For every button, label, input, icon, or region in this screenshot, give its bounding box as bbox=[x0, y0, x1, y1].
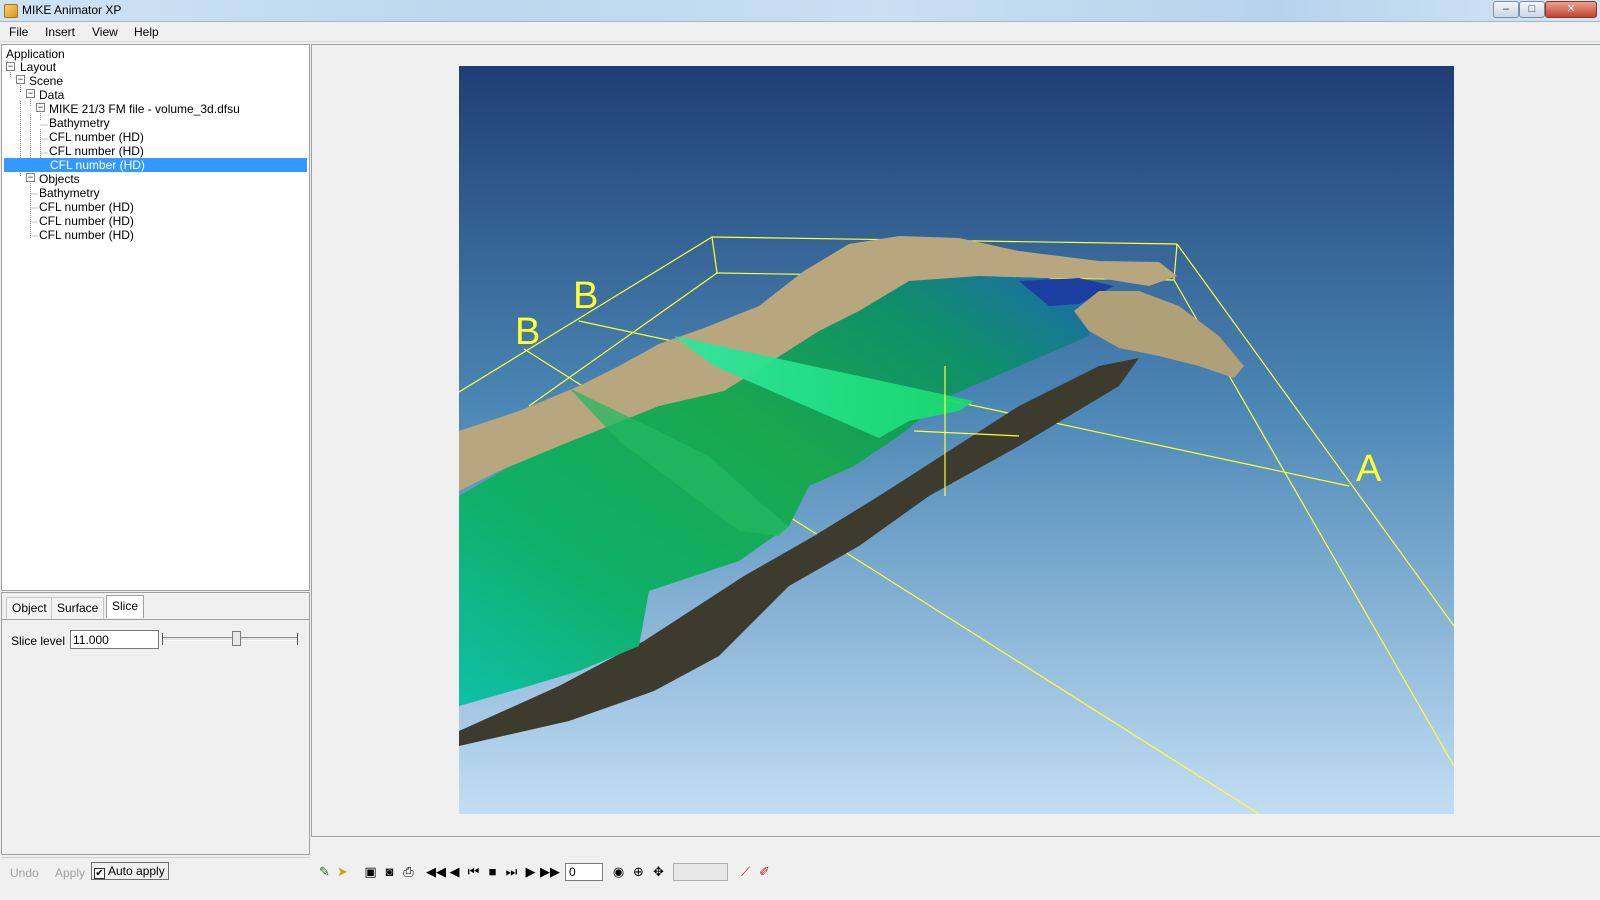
tree-item-scene[interactable]: Scene bbox=[29, 74, 63, 88]
tree-item-data[interactable]: Data bbox=[39, 88, 64, 102]
tree-label: Bathymetry bbox=[49, 116, 110, 130]
step-back-icon[interactable]: ◀ bbox=[445, 862, 464, 881]
tree-label: CFL number (HD) bbox=[39, 228, 134, 242]
properties-panel: Object Surface Slice Slice level bbox=[1, 592, 310, 855]
tabs-divider bbox=[2, 619, 309, 620]
tab-surface[interactable]: Surface bbox=[51, 597, 105, 619]
tab-object[interactable]: Object bbox=[6, 597, 53, 619]
tree-item-data-cfl-3-selected[interactable]: CFL number (HD) bbox=[4, 158, 307, 172]
camera-icon[interactable]: ◙ bbox=[380, 862, 399, 881]
tree-item-application[interactable]: Application bbox=[6, 47, 65, 61]
tree-item-data-bathymetry[interactable]: Bathymetry bbox=[49, 116, 110, 130]
fast-forward-icon[interactable]: ▶▶ bbox=[540, 862, 560, 881]
frame-number-input[interactable]: 0 bbox=[565, 863, 603, 881]
print-icon[interactable]: ⎙ bbox=[399, 862, 418, 881]
tree-label: Scene bbox=[29, 74, 64, 88]
tree-label: MIKE 21/3 FM file - volume_3d.dfsu bbox=[49, 102, 240, 116]
3d-scene[interactable] bbox=[459, 66, 1454, 814]
tree-label: CFL number (HD) bbox=[39, 200, 134, 214]
tree-item-objects[interactable]: Objects bbox=[39, 172, 80, 186]
tree-label: CFL number (HD) bbox=[39, 214, 134, 228]
tree-item-object-cfl-1[interactable]: CFL number (HD) bbox=[39, 200, 134, 214]
tree-item-data-cfl-1[interactable]: CFL number (HD) bbox=[49, 130, 144, 144]
auto-apply-checkbox[interactable]: ✔ Auto apply bbox=[91, 862, 169, 880]
move-icon[interactable]: ✥ bbox=[649, 862, 668, 881]
title-bar: MIKE Animator XP – □ ✕ bbox=[0, 0, 1600, 22]
tree-label: Objects bbox=[39, 172, 80, 186]
menu-insert[interactable]: Insert bbox=[45, 25, 75, 39]
slice-level-input[interactable] bbox=[70, 630, 159, 649]
slider-tick bbox=[297, 633, 298, 645]
tree-item-layout[interactable]: Layout bbox=[20, 60, 56, 74]
pen-icon[interactable]: ✐ bbox=[755, 862, 774, 881]
label-a: A bbox=[1356, 448, 1382, 490]
slice-level-slider-thumb[interactable] bbox=[232, 631, 241, 646]
camera-video-icon[interactable]: ▣ bbox=[361, 862, 380, 881]
scale-bar bbox=[673, 863, 728, 881]
slice-level-slider-track[interactable] bbox=[162, 637, 298, 641]
minimize-button[interactable]: – bbox=[1493, 1, 1519, 18]
tree-label: CFL number (HD) bbox=[49, 130, 144, 144]
close-button[interactable]: ✕ bbox=[1545, 1, 1597, 18]
maximize-button[interactable]: □ bbox=[1519, 1, 1545, 18]
window-title: MIKE Animator XP bbox=[22, 3, 122, 17]
menu-help[interactable]: Help bbox=[134, 25, 159, 39]
collapse-icon[interactable]: − bbox=[36, 103, 45, 112]
tree-label: Data bbox=[39, 88, 65, 102]
tree-item-data-cfl-2[interactable]: CFL number (HD) bbox=[49, 144, 144, 158]
tree-item-file[interactable]: MIKE 21/3 FM file - volume_3d.dfsu bbox=[49, 102, 240, 116]
tree-label: CFL number (HD) bbox=[50, 158, 145, 172]
tree-item-object-cfl-3[interactable]: CFL number (HD) bbox=[39, 228, 134, 242]
tree-label: CFL number (HD) bbox=[49, 144, 144, 158]
app-icon bbox=[4, 4, 18, 18]
rewind-start-icon[interactable]: ◀◀ bbox=[426, 862, 446, 881]
scene-tree[interactable]: Application − Layout − Scene − Data − MI… bbox=[1, 44, 310, 591]
menu-bar: File Insert View Help bbox=[0, 22, 1600, 42]
tree-item-object-cfl-2[interactable]: CFL number (HD) bbox=[39, 214, 134, 228]
pointer-icon[interactable]: ➤ bbox=[333, 862, 352, 881]
draw-icon[interactable]: ✎ bbox=[315, 862, 334, 881]
tab-slice[interactable]: Slice bbox=[106, 595, 145, 618]
label-b-lower: B bbox=[515, 311, 541, 353]
undo-button[interactable]: Undo bbox=[10, 866, 39, 880]
skip-back-icon[interactable]: ⏮ bbox=[464, 862, 483, 881]
apply-button[interactable]: Apply bbox=[55, 866, 85, 880]
label-b-upper: B bbox=[573, 275, 599, 317]
crosshair-icon[interactable]: ⊕ bbox=[629, 862, 648, 881]
3d-viewport[interactable]: B B A bbox=[459, 66, 1454, 814]
stop-icon[interactable]: ■ bbox=[483, 862, 502, 881]
tree-label: Layout bbox=[20, 60, 57, 74]
eye-icon[interactable]: ◉ bbox=[609, 862, 628, 881]
slice-level-label: Slice level bbox=[11, 634, 66, 648]
checkbox-checked-icon[interactable]: ✔ bbox=[94, 868, 105, 879]
auto-apply-label: Auto apply bbox=[108, 864, 165, 878]
tree-label: Application bbox=[6, 47, 65, 61]
collapse-icon[interactable]: − bbox=[26, 173, 35, 182]
collapse-icon[interactable]: − bbox=[26, 89, 35, 98]
tree-label: Bathymetry bbox=[39, 186, 100, 200]
animation-toolbar: ✎ ➤ ▣ ◙ ⎙ ◀◀ ◀ ⏮ ■ ⏭ ▶ ▶▶ 0 ◉ ⊕ ✥ ⟋ ✐ bbox=[311, 838, 1600, 900]
collapse-icon[interactable]: − bbox=[6, 62, 15, 71]
menu-view[interactable]: View bbox=[92, 25, 118, 39]
line-icon[interactable]: ⟋ bbox=[736, 862, 755, 881]
tree-item-object-bathymetry[interactable]: Bathymetry bbox=[39, 186, 100, 200]
apply-bar: Undo Apply ✔ Auto apply bbox=[1, 857, 310, 899]
skip-forward-icon[interactable]: ⏭ bbox=[502, 862, 521, 881]
collapse-icon[interactable]: − bbox=[16, 75, 25, 84]
menu-file[interactable]: File bbox=[9, 25, 28, 39]
step-forward-icon[interactable]: ▶ bbox=[521, 862, 540, 881]
slider-tick bbox=[162, 633, 163, 645]
